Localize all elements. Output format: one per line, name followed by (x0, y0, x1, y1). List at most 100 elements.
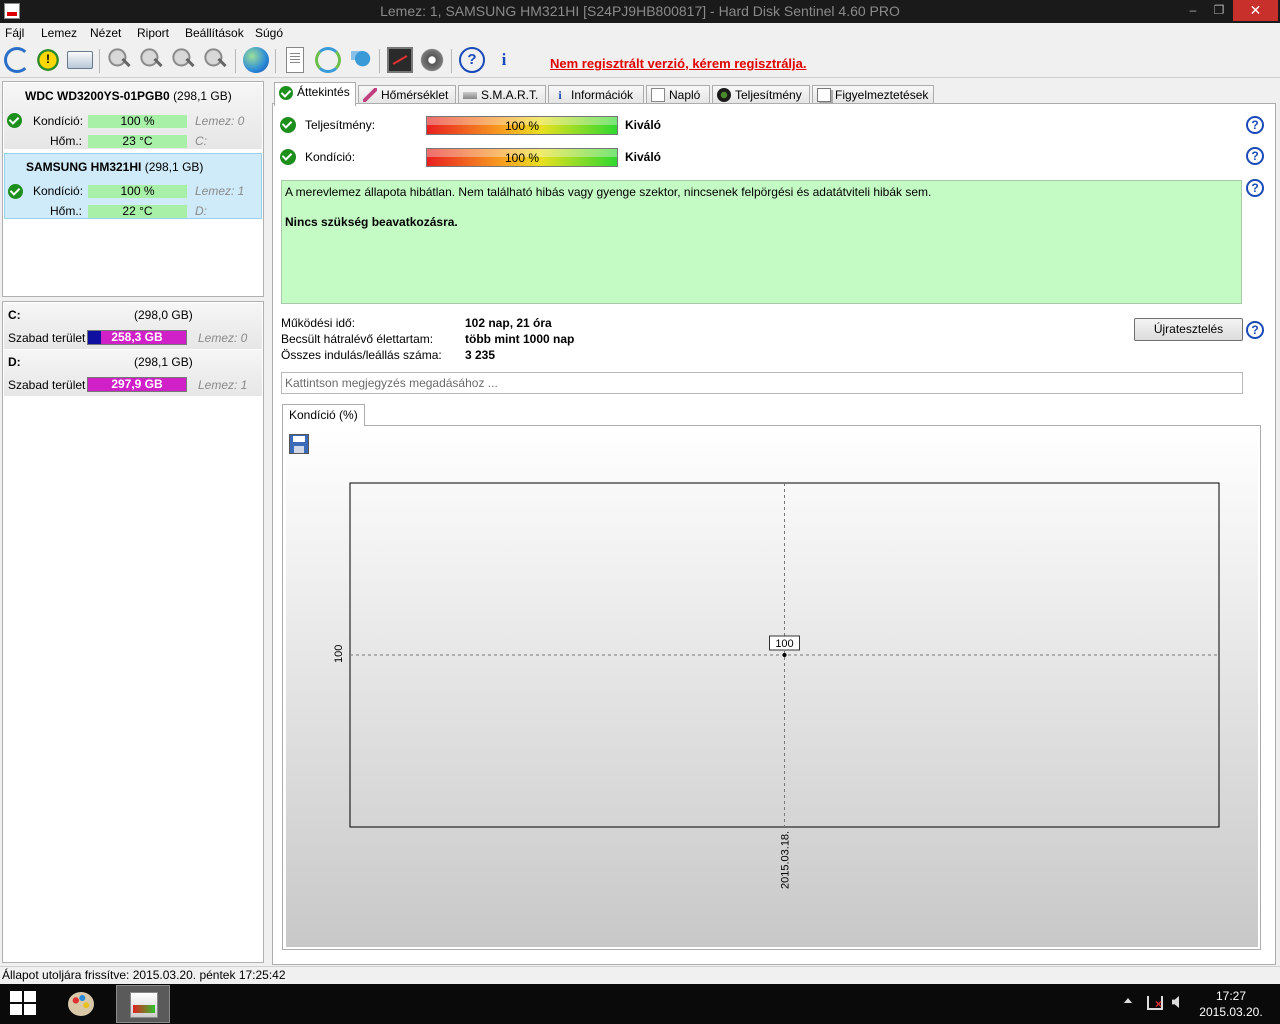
gauge-icon (717, 88, 731, 102)
toolbar: ? i Nem regisztrált verzió, kérem regisz… (0, 43, 1280, 78)
help-icon[interactable]: ? (1246, 116, 1264, 134)
globe-icon[interactable] (243, 47, 269, 73)
tray-overflow-icon[interactable] (1124, 998, 1132, 1003)
tab-performance[interactable]: Teljesítmény (712, 85, 810, 105)
ok-icon (280, 117, 296, 133)
help-icon[interactable]: ? (1246, 321, 1264, 339)
note-input[interactable] (281, 372, 1243, 394)
tab-information[interactable]: i Információk (548, 85, 644, 105)
temperature-bar: 22 °C (88, 205, 187, 218)
performance-rating: Kiváló (625, 118, 662, 132)
info-icon: i (558, 88, 562, 102)
left-panel: WDC WD3200YS-01PGB0 (298,1 GB) Kondíció:… (0, 79, 266, 965)
warning-icon[interactable] (35, 47, 61, 73)
volume-size: (298,1 GB) (134, 355, 193, 369)
maximize-button[interactable]: ❐ (1206, 0, 1232, 21)
tab-smart[interactable]: S.M.A.R.T. (458, 85, 546, 105)
tab-label: Teljesítmény (735, 88, 802, 102)
close-button[interactable]: ✕ (1233, 0, 1278, 21)
uptime-label: Működési idő: (281, 316, 356, 330)
taskbar-clock[interactable]: 17:27 2015.03.20. (1196, 988, 1266, 1020)
help-icon[interactable]: ? (1246, 179, 1264, 197)
performance-label: Teljesítmény: (305, 118, 376, 132)
paint-icon (68, 992, 94, 1016)
tab-bar: Áttekintés Hőmérséklet S.M.A.R.T. i Info… (272, 82, 1272, 106)
temperature-label: Hőm.: (50, 134, 83, 148)
taskbar-paint[interactable] (54, 985, 108, 1023)
menu-help[interactable]: Súgó (255, 26, 283, 40)
start-stop-value: 3 235 (465, 348, 496, 362)
condition-chart: 2015.03.18. 100 100 (333, 482, 1220, 889)
menu-disk[interactable]: Lemez (41, 26, 77, 40)
info-icon[interactable]: i (491, 47, 517, 73)
probe-icon[interactable] (139, 47, 165, 73)
menu-settings[interactable]: Beállítások (185, 26, 244, 40)
minimize-button[interactable]: ‒ (1180, 0, 1206, 21)
performance-icon[interactable] (387, 47, 413, 73)
chart-tab-condition[interactable]: Kondíció (%) (282, 404, 365, 426)
status-recommendation: Nincs szükség beavatkozásra. (285, 215, 458, 229)
tab-alerts[interactable]: Figyelmeztetések (812, 85, 934, 105)
ok-icon (7, 113, 22, 128)
volume-letter: D: (8, 355, 21, 369)
tab-temperature[interactable]: Hőmérséklet (358, 85, 456, 105)
ok-icon (280, 149, 296, 165)
windows-start-button[interactable] (10, 991, 38, 1017)
tab-log[interactable]: Napló (646, 85, 710, 105)
condition-label: Kondíció: (33, 184, 84, 198)
condition-label: Kondíció: (33, 114, 84, 128)
toolbar-separator (379, 49, 380, 73)
report-icon[interactable] (286, 47, 304, 73)
thermometer-icon (363, 88, 377, 102)
network-icon[interactable] (347, 47, 373, 73)
check-icon (279, 86, 293, 100)
clock-date: 2015.03.20. (1199, 1005, 1263, 1019)
retest-button[interactable]: Újratesztelés (1134, 318, 1243, 341)
volume-icon[interactable] (1172, 996, 1179, 1008)
disk-name: WDC WD3200YS-01PGB0 (298,1 GB) (25, 89, 232, 103)
help-icon[interactable]: ? (459, 47, 485, 73)
drive-letter: D: (195, 204, 207, 218)
right-panel: Áttekintés Hőmérséklet S.M.A.R.T. i Info… (272, 79, 1276, 965)
condition-rating: Kiváló (625, 150, 662, 164)
performance-bar: 100 % (426, 116, 618, 135)
refresh-icon[interactable] (4, 47, 30, 73)
menu-file[interactable]: Fájl (5, 26, 24, 40)
probe-icon[interactable] (107, 47, 133, 73)
disk-size: (298,1 GB) (144, 160, 204, 174)
log-icon (651, 88, 665, 102)
performance-value: 100 % (504, 119, 540, 133)
network-disconnected-icon[interactable] (1147, 996, 1163, 1011)
condition-bar: 100 % (88, 115, 187, 128)
disk-card-selected[interactable]: SAMSUNG HM321HI (298,1 GB) Kondíció: 100… (4, 153, 262, 219)
probe-check-icon[interactable] (171, 47, 197, 73)
volume-card[interactable]: D: (298,1 GB) Szabad terület 297,9 GB Le… (4, 350, 262, 396)
volume-disk-number: Lemez: 0 (198, 331, 248, 345)
temperature-label: Hőm.: (50, 204, 83, 218)
tab-label: Napló (669, 88, 701, 102)
disk-size: (298,1 GB) (173, 89, 232, 103)
y-tick-label: 100 (333, 645, 345, 663)
menu-view[interactable]: Nézet (90, 26, 121, 40)
taskbar-hard-disk-sentinel[interactable] (116, 985, 170, 1023)
volume-card[interactable]: C: (298,0 GB) Szabad terület 258,3 GB Le… (4, 303, 262, 349)
data-point (782, 653, 787, 657)
start-stop-label: Összes indulás/leállás száma: (281, 348, 442, 362)
status-message: A merevlemez állapota hibátlan. Nem talá… (285, 185, 932, 199)
speaker-icon[interactable] (419, 47, 445, 73)
disk-number: Lemez: 1 (195, 184, 245, 198)
probe-search-icon[interactable] (203, 47, 229, 73)
tab-overview[interactable]: Áttekintés (274, 82, 356, 106)
disk-model: WDC WD3200YS-01PGB0 (25, 89, 170, 103)
menu-report[interactable]: Riport (137, 26, 169, 40)
free-space-label: Szabad terület (8, 331, 86, 345)
health-status-box: A merevlemez állapota hibátlan. Nem talá… (281, 180, 1242, 304)
disk-card[interactable]: WDC WD3200YS-01PGB0 (298,1 GB) Kondíció:… (4, 83, 262, 149)
volume-letter: C: (8, 308, 21, 322)
help-icon[interactable]: ? (1246, 147, 1264, 165)
register-link[interactable]: Nem regisztrált verzió, kérem regisztrál… (550, 56, 807, 71)
disk-icon[interactable] (67, 51, 93, 69)
free-space-value: 297,9 GB (111, 377, 163, 391)
free-space-value: 258,3 GB (111, 330, 163, 344)
sync-icon[interactable] (315, 47, 341, 73)
